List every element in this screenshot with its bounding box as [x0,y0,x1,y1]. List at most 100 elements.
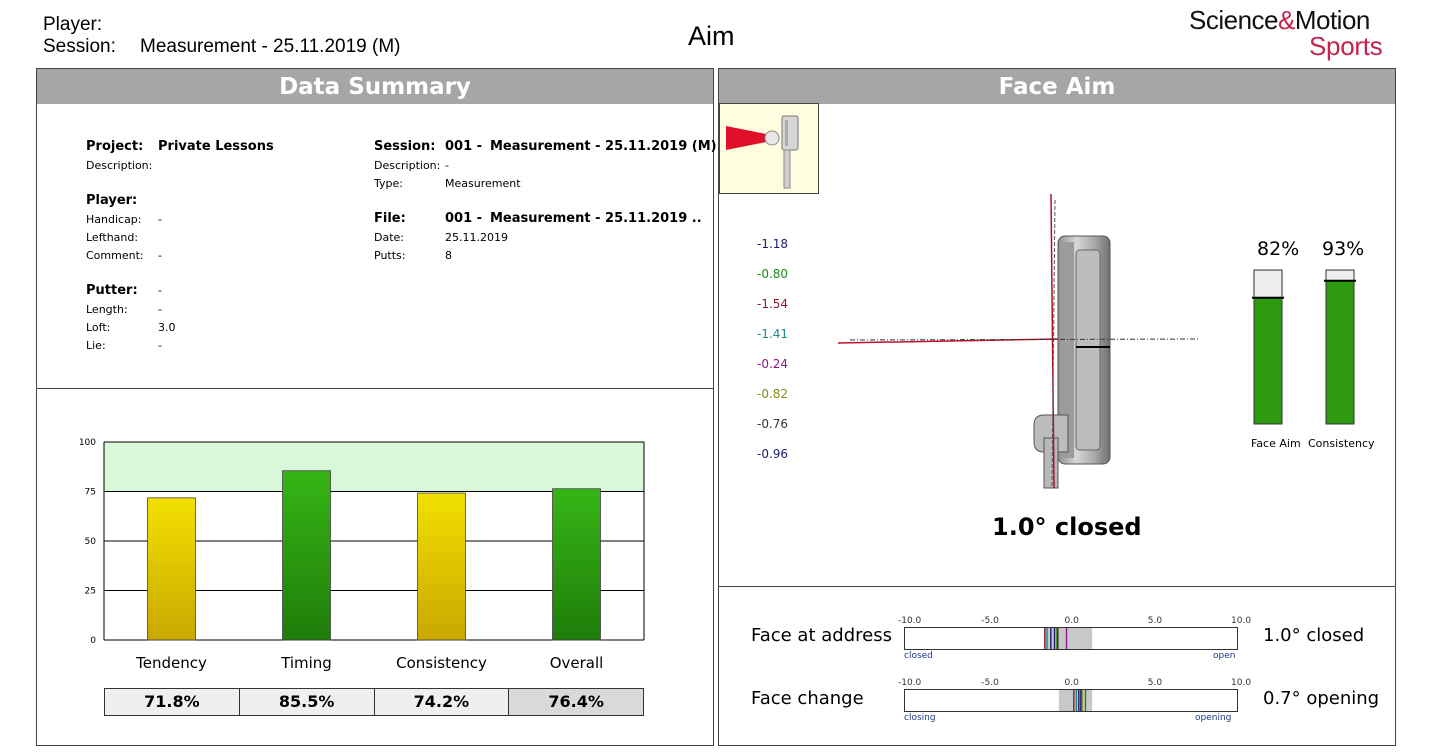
face-change-label: Face change [751,688,864,709]
score-cell-overall: 76.4% [509,689,643,715]
scale-tick-label: -10.0 [898,678,922,688]
face-aim-divider [719,586,1395,587]
bar-overall [552,488,601,641]
y-tick-label: 100 [79,438,96,448]
camera-view-icon [726,115,799,189]
bar-consistency [417,492,466,641]
score-cell-consistency: 74.2% [374,689,510,715]
project-label: Project: [86,139,144,154]
x-tick-label: Consistency [396,654,487,672]
y-tick-label: 25 [85,587,96,597]
gauge-fill [1325,280,1355,425]
bar-timing [282,470,331,641]
aim-value: -1.18 [757,237,789,251]
logo-word-science: Science [1189,5,1279,35]
score-cell-timing: 85.5% [239,689,375,715]
scale-tick-label: 10.0 [1231,616,1252,626]
session-value: Measurement - 25.11.2019 (M) [140,36,401,57]
scale-range [1058,690,1093,711]
scale-tick-label: 5.0 [1147,678,1163,688]
aim-value: -0.76 [757,417,789,431]
putter-top-view [837,193,1199,489]
project-value: Private Lessons [158,139,274,154]
putter-value: - [158,284,162,297]
face-change-result: 0.7° opening [1263,688,1380,709]
x-tick-label: Timing [280,654,332,672]
consistency-percent: 93% [1322,238,1365,260]
player-section-label: Player: [86,193,138,208]
session-name: Measurement - 25.11.2019 (M) [490,139,717,154]
putts-label: Putts: [374,249,406,262]
face-address-label: Face at address [751,625,892,646]
x-tick-label: Overall [550,654,604,672]
lie-value: - [158,339,162,352]
x-tick-label: Tendency [135,654,207,672]
face-address-result: 1.0° closed [1263,625,1365,646]
aim-value: -0.24 [757,357,789,371]
score-bar-chart: 0 25 50 75 100 Tendency Timing Consistency Overa… [79,438,645,672]
score-table: 71.8% 85.5% 74.2% 76.4% [104,688,644,716]
handicap-label: Handicap: [86,213,142,226]
date-value: 25.11.2019 [445,231,508,244]
aim-value: -1.54 [757,297,789,311]
y-tick-label: 0 [90,636,96,646]
session-description-value: - [445,159,449,172]
lefthand-label: Lefthand: [86,231,139,244]
scale-right-end: open [1213,651,1236,661]
scale-tick-label: -5.0 [981,678,999,688]
scale-right-end: opening [1195,713,1232,723]
bar-tendency [147,497,196,641]
scale-tick-label: 10.0 [1231,678,1252,688]
face-aim-result: 1.0° closed [992,513,1142,541]
gauge-fill [1253,297,1283,425]
face-address-scale [904,627,1238,650]
session-number: 001 - [445,139,483,154]
scale-left-end: closing [904,713,936,723]
face-aim-percent: 82% [1257,238,1300,260]
score-cell-tendency: 71.8% [105,689,240,715]
face-aim-heading: Face Aim [719,69,1395,104]
type-value: Measurement [445,177,521,190]
length-value: - [158,303,162,316]
scale-tick-label: 5.0 [1147,616,1163,626]
data-summary-heading: Data Summary [37,69,713,104]
session-label: Session: [43,36,116,57]
putts-value: 8 [445,249,452,262]
putter-label: Putter: [86,283,138,298]
aim-value: -0.96 [757,447,789,461]
description-label: Description: [86,159,153,172]
loft-label: Loft: [86,321,111,334]
session-section-label: Session: [374,139,436,154]
aim-value: -0.80 [757,267,789,281]
y-tick-label: 75 [85,488,96,498]
logo-ampersand: & [1278,5,1295,35]
percent-gauges [1252,269,1356,425]
handicap-value: - [158,213,162,226]
scale-left-end: closed [904,651,933,661]
file-number: 001 - [445,211,483,226]
comment-label: Comment: [86,249,144,262]
page-title: Aim [688,21,735,51]
scale-tick-label: -5.0 [981,616,999,626]
summary-divider [37,388,713,389]
scale-tick-label: -10.0 [898,616,922,626]
y-tick-label: 50 [85,537,97,547]
logo-word-sports: Sports [1309,31,1383,61]
type-label: Type: [374,177,403,190]
length-label: Length: [86,303,128,316]
view-thumbnail[interactable] [719,103,819,194]
lie-label: Lie: [86,339,106,352]
aim-value: -0.82 [757,387,789,401]
aim-value: -1.41 [757,327,789,341]
session-description-label: Description: [374,159,441,172]
scale-tick-label: 0.0 [1064,678,1079,688]
target-band [104,442,644,492]
date-label: Date: [374,231,404,244]
file-name: Measurement - 25.11.2019 .. [490,211,702,226]
comment-value: - [158,249,162,262]
face-change-scale [904,689,1238,712]
consistency-gauge-label: Consistency [1308,437,1375,450]
loft-value: 3.0 [158,321,176,334]
player-label: Player: [43,14,103,35]
scale-tick-label: 0.0 [1064,616,1079,626]
